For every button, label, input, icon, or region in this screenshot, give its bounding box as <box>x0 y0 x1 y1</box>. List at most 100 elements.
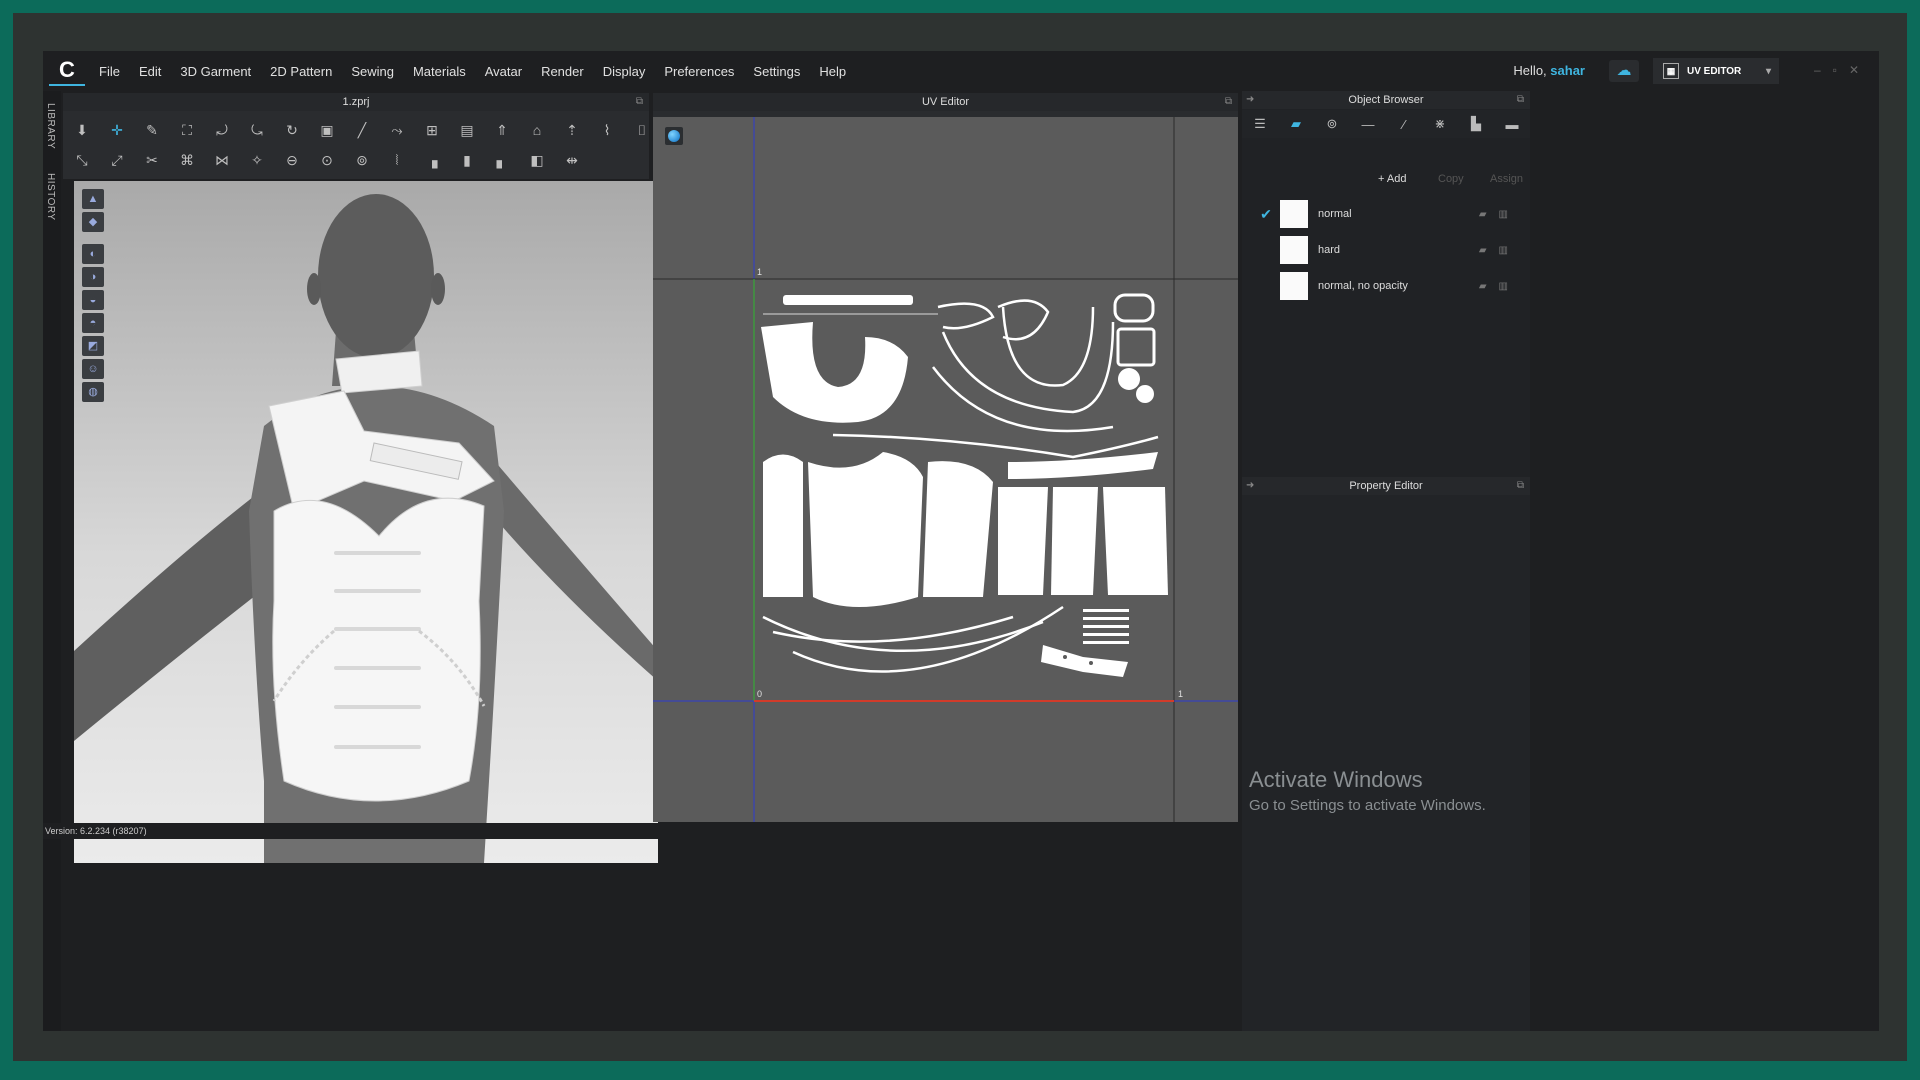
mode-selector[interactable]: ▦ UV EDITOR ▾ <box>1653 58 1779 84</box>
3d-viewport[interactable]: ▲ ◆ ◐ ◑ ◒ ◓ ◩ ☺ ◍ <box>74 181 658 863</box>
close-icon[interactable]: ✕ <box>1849 63 1859 77</box>
tack-icon[interactable]: ✧ <box>246 150 268 170</box>
zipper-icon[interactable]: ⦚ <box>386 150 408 170</box>
collapse-icon[interactable]: ➜ <box>1246 91 1254 109</box>
cloud-icon[interactable]: ☁ <box>1609 60 1639 82</box>
menu-settings[interactable]: Settings <box>753 64 800 79</box>
tab-library[interactable]: LIBRARY <box>45 103 56 149</box>
button-icon[interactable]: ⊖ <box>281 150 303 170</box>
buttonhole-icon[interactable]: ⊙ <box>316 150 338 170</box>
edit-material-icon[interactable]: ▰ <box>1479 245 1487 256</box>
edit-sewing-icon[interactable]: ✂ <box>141 150 163 170</box>
zipper-icon[interactable]: ⋇ <box>1422 116 1458 132</box>
edit-topstitch-icon[interactable]: ◧ <box>526 150 548 170</box>
avatar-pose-icon[interactable]: ⇡ <box>561 120 583 140</box>
ruler-icon[interactable]: ▬ <box>1494 117 1530 132</box>
fold-arrange-icon[interactable]: ⇑ <box>491 120 513 140</box>
shirt-icon[interactable]: ⌂ <box>526 120 548 140</box>
menu-materials[interactable]: Materials <box>413 64 466 79</box>
piping-icon[interactable]: ▮ <box>456 150 478 170</box>
uv-label-v1: 1 <box>757 267 763 277</box>
3d-window-title: 1.zprj ⧉ <box>63 93 649 111</box>
collapse-icon[interactable]: ➜ <box>1246 477 1254 495</box>
garment-icon[interactable]: ⛶ <box>176 120 198 140</box>
menu-sewing[interactable]: Sewing <box>351 64 394 79</box>
minimize-icon[interactable]: – <box>1814 63 1821 77</box>
material-row[interactable]: ✔ normal ▰ ▥ <box>1252 196 1520 232</box>
rotate-icon[interactable]: ↻ <box>281 120 303 140</box>
popout-icon[interactable]: ⧉ <box>1517 477 1524 495</box>
edit-material-icon[interactable]: ▰ <box>1479 281 1487 292</box>
version-status: Version: 6.2.234 (r38207) <box>43 823 1240 839</box>
uv-label-u1: 1 <box>1178 689 1184 699</box>
watermark-line-1: Activate Windows <box>1249 767 1423 792</box>
popout-icon[interactable]: ⧉ <box>1517 91 1524 109</box>
3d-toolbar: ⬇ ✛ ✎ ⛶ ⤾ ⤿ ↻ ▣ ╱ ⤳ ⊞ ▤ ⇑ ⌂ ⇡ ⌇ ⌷ ⤡ ⤢ ✂ … <box>63 111 649 179</box>
menu-render[interactable]: Render <box>541 64 584 79</box>
select-button-icon[interactable]: ⊚ <box>351 150 373 170</box>
menu-display[interactable]: Display <box>603 64 646 79</box>
delete-material-icon[interactable]: ▥ <box>1499 281 1508 292</box>
shirt-alt-icon[interactable]: ⌷ <box>631 120 653 140</box>
popout-icon[interactable]: ⧉ <box>636 93 643 111</box>
3d-toolbar-row-2: ⤡ ⤢ ✂ ⌘ ⋈ ✧ ⊖ ⊙ ⊚ ⦚ ▗ ▮ ▖ ◧ ⇹ <box>71 145 596 175</box>
menu-preferences[interactable]: Preferences <box>664 64 734 79</box>
arrange-icon[interactable]: ⤿ <box>246 120 268 140</box>
fold-icon[interactable]: ⤾ <box>211 120 233 140</box>
fitting-suit-icon[interactable]: ▣ <box>316 120 338 140</box>
tape-icon[interactable]: ⤳ <box>386 120 408 140</box>
menu-file[interactable]: File <box>99 64 120 79</box>
material-row[interactable]: normal, no opacity ▰ ▥ <box>1252 268 1520 304</box>
delete-material-icon[interactable]: ▥ <box>1499 245 1508 256</box>
watermark-line-2: Go to Settings to activate Windows. <box>1249 797 1486 814</box>
list-icon[interactable]: ☰ <box>1242 116 1278 132</box>
menu-edit[interactable]: Edit <box>139 64 161 79</box>
topstitch-icon[interactable]: ― <box>1350 117 1386 132</box>
menu-help[interactable]: Help <box>819 64 846 79</box>
uv-editor-mode-icon: ▦ <box>1663 63 1679 79</box>
graphic-icon[interactable]: ▤ <box>456 120 478 140</box>
material-swatch <box>1280 200 1308 228</box>
menu-avatar[interactable]: Avatar <box>485 64 522 79</box>
greeting-prefix: Hello, <box>1513 63 1547 78</box>
copy-button[interactable]: Copy <box>1438 173 1464 185</box>
user-name[interactable]: sahar <box>1550 63 1585 78</box>
clo-logo-icon[interactable]: C <box>49 56 85 86</box>
menu-2d-pattern[interactable]: 2D Pattern <box>270 64 332 79</box>
draw-line-icon[interactable]: ╱ <box>351 120 373 140</box>
puckering-icon[interactable]: ▗ <box>421 150 443 170</box>
button-icon[interactable]: ⊚ <box>1314 116 1350 132</box>
pin-icon[interactable]: ✎ <box>141 120 163 140</box>
menu-3d-garment[interactable]: 3D Garment <box>180 64 251 79</box>
measure-icon[interactable]: ⇹ <box>561 150 583 170</box>
uv-editor-title: UV Editor ⧉ <box>653 93 1238 111</box>
uv-sphere-icon[interactable] <box>665 127 683 145</box>
app-window: C File Edit 3D Garment 2D Pattern Sewing… <box>43 51 1879 1031</box>
uv-label-origin: 0 <box>757 689 763 699</box>
material-swatch <box>1280 236 1308 264</box>
select-mesh-icon[interactable]: ⬇ <box>71 120 93 140</box>
avatar-render <box>74 194 658 863</box>
topstitch-icon[interactable]: ▖ <box>491 150 513 170</box>
material-row[interactable]: hard ▰ ▥ <box>1252 232 1520 268</box>
tab-history[interactable]: HISTORY <box>45 173 56 221</box>
free-sewing-icon[interactable]: ⤢ <box>106 150 128 170</box>
restore-icon[interactable]: ▫ <box>1833 63 1837 77</box>
transform-icon[interactable]: ✛ <box>106 120 128 140</box>
assign-button[interactable]: Assign <box>1490 173 1523 185</box>
garment-fit-icon[interactable]: ⌇ <box>596 120 618 140</box>
material-swatch <box>1280 272 1308 300</box>
pipe-icon[interactable]: ⁄ <box>1386 117 1422 132</box>
segment-sewing-icon[interactable]: ⤡ <box>71 150 93 170</box>
uv-viewport[interactable]: 1 0 1 <box>653 117 1238 822</box>
seam-icon[interactable]: ⋈ <box>211 150 233 170</box>
fabric-icon[interactable]: ▰ <box>1278 116 1314 132</box>
trim-icon[interactable]: ⌘ <box>176 150 198 170</box>
edit-material-icon[interactable]: ▰ <box>1479 209 1487 220</box>
texture-icon[interactable]: ⊞ <box>421 120 443 140</box>
uv-editor-title-text: UV Editor <box>921 96 970 108</box>
trim-icon[interactable]: ▙ <box>1458 116 1494 132</box>
delete-material-icon[interactable]: ▥ <box>1499 209 1508 220</box>
add-button[interactable]: + Add <box>1378 173 1406 185</box>
popout-icon[interactable]: ⧉ <box>1225 93 1232 111</box>
